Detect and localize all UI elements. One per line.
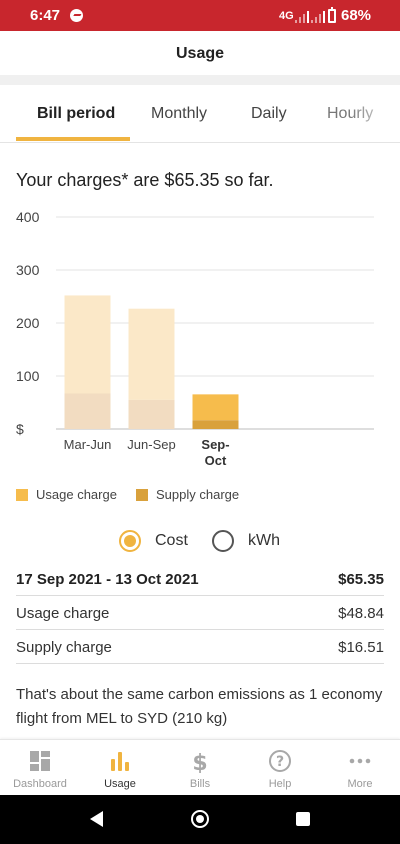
period-tabs: Bill period Monthly Daily Hourly (0, 85, 400, 143)
bar-usage (128, 308, 175, 400)
nav-bills[interactable]: $ Bills (160, 740, 240, 796)
bar-usage (192, 394, 239, 421)
svg-text:?: ? (276, 754, 284, 770)
dollar-icon: $ (192, 751, 207, 773)
kwh-radio-label[interactable]: kWh (248, 532, 280, 550)
nav-help-label: Help (268, 778, 292, 790)
bar-usage (64, 295, 111, 394)
y-tick-label: 400 (16, 209, 40, 225)
x-tick-label: Mar-Jun (64, 437, 112, 452)
status-bar: 6:47 4G 68% (0, 0, 400, 31)
signal-icon-2 (311, 11, 329, 23)
bottom-nav: Dashboard Usage $ Bills ? Help More (0, 739, 400, 795)
nav-dashboard-label: Dashboard (13, 778, 67, 790)
supply-charge-value: $16.51 (338, 639, 384, 656)
messenger-icon (70, 9, 83, 22)
bar-chart-icon (111, 752, 129, 771)
status-time: 6:47 (30, 7, 61, 24)
carbon-emissions-text: That's about the same carbon emissions a… (16, 686, 383, 727)
nav-bills-label: Bills (189, 778, 211, 790)
bar-supply (192, 420, 239, 429)
page-title: Usage (175, 45, 225, 62)
back-icon[interactable] (90, 811, 103, 827)
usage-charge-row: Usage charge $48.84 (16, 597, 384, 630)
svg-text:$: $ (192, 751, 207, 773)
nav-usage[interactable]: Usage (80, 740, 160, 796)
unit-toggle: Cost kWh (0, 528, 400, 556)
usage-chart-svg: $100 200 300 400 Mar-Jun Jun-Sep Sep-Oct (16, 209, 374, 468)
legend-usage-swatch (16, 489, 28, 501)
legend-supply-label: Supply charge (156, 487, 240, 502)
active-tab-indicator (16, 137, 130, 141)
nav-help[interactable]: ? Help (240, 740, 320, 796)
cost-radio[interactable] (119, 530, 141, 552)
nav-usage-label: Usage (104, 778, 136, 790)
legend-usage-label: Usage charge (36, 487, 117, 502)
x-tick-label: Jun-Sep (127, 437, 175, 452)
charges-summary: Your charges* are $65.35 so far. (16, 170, 274, 190)
system-nav-bar (0, 795, 400, 844)
usage-charge-label: Usage charge (16, 605, 110, 622)
bill-period-dates: 17 Sep 2021 - 13 Oct 2021 (16, 571, 199, 588)
nav-dashboard[interactable]: Dashboard (0, 740, 80, 796)
y-tick-label: $ (16, 421, 24, 437)
bar-supply (64, 393, 111, 429)
x-tick-label: Oct (205, 453, 227, 468)
y-tick-label: 100 (16, 368, 40, 384)
usage-charge-value: $48.84 (338, 605, 384, 622)
home-icon[interactable] (191, 810, 209, 828)
header-divider (0, 75, 400, 85)
bill-period-total-row: 17 Sep 2021 - 13 Oct 2021 $65.35 (16, 563, 384, 596)
more-icon (349, 758, 371, 764)
battery-level: 68% (341, 7, 372, 24)
dashboard-icon (30, 751, 50, 771)
bar-supply (128, 399, 175, 429)
cost-radio-label[interactable]: Cost (155, 532, 188, 550)
help-icon: ? (269, 750, 291, 772)
tab-fade (350, 85, 400, 141)
tab-monthly[interactable]: Monthly (151, 105, 207, 123)
tab-daily[interactable]: Daily (251, 105, 287, 123)
y-tick-label: 300 (16, 262, 40, 278)
usage-chart: $100 200 300 400 Mar-Jun Jun-Sep Sep- Oct (0, 200, 400, 475)
y-tick-label: 200 (16, 315, 40, 331)
x-tick-label: Sep- (201, 437, 229, 452)
kwh-radio[interactable] (212, 530, 234, 552)
network-type: 4G (279, 10, 294, 22)
legend-supply-swatch (136, 489, 148, 501)
tab-bill-period[interactable]: Bill period (37, 105, 115, 123)
nav-more[interactable]: More (320, 740, 400, 796)
app-header: Usage (0, 31, 400, 75)
bill-period-total: $65.35 (338, 571, 384, 588)
battery-icon (328, 7, 336, 23)
recents-icon[interactable] (296, 812, 310, 826)
supply-charge-row: Supply charge $16.51 (16, 631, 384, 664)
nav-more-label: More (347, 778, 373, 790)
supply-charge-label: Supply charge (16, 639, 112, 656)
